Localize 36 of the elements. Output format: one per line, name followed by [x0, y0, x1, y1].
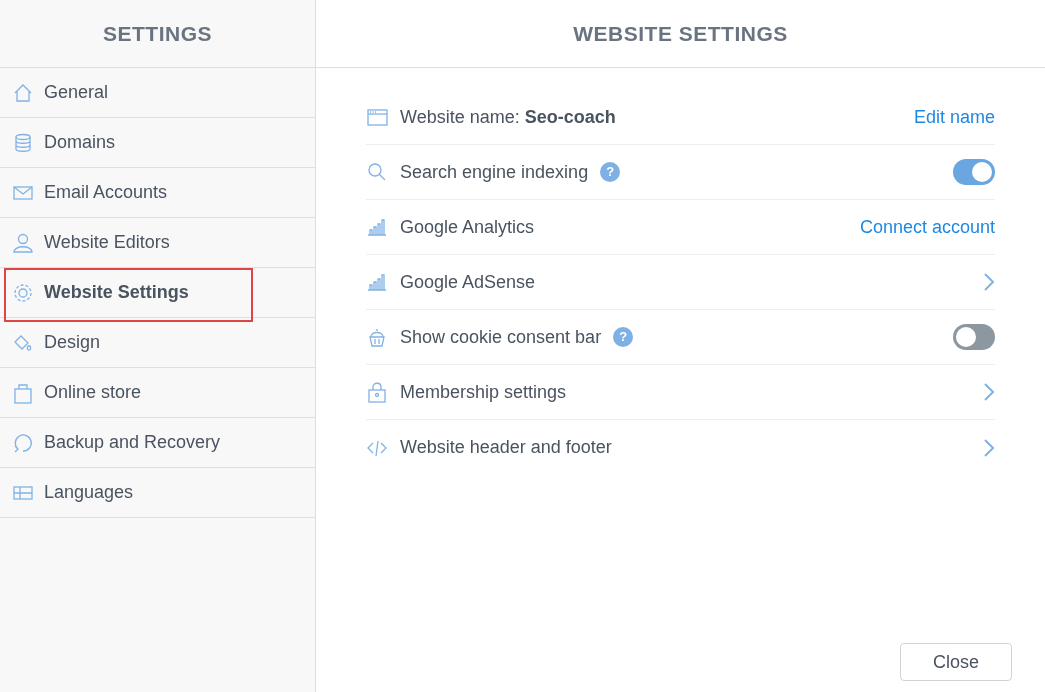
action-link[interactable]: Connect account — [859, 213, 995, 241]
toggle-switch[interactable] — [953, 159, 995, 185]
setting-label: Membership settings — [400, 380, 567, 404]
sidebar-item[interactable]: Backup and Recovery — [0, 418, 315, 468]
setting-label: Google Analytics — [400, 215, 535, 239]
cupcake-icon — [366, 326, 388, 348]
sidebar-item[interactable]: Design — [0, 318, 315, 368]
shopping-bag-icon — [12, 381, 34, 404]
sidebar-item[interactable]: Website Settings — [0, 268, 315, 318]
setting-label: Show cookie consent bar — [400, 325, 602, 349]
sidebar-item[interactable]: Online store — [0, 368, 315, 418]
setting-label: Search engine indexing — [400, 160, 589, 184]
sidebar-item[interactable]: Languages — [0, 468, 315, 518]
chevron-icon[interactable] — [983, 382, 995, 402]
setting-label: Website name: Seo-coach — [400, 105, 616, 129]
panel-title: WEBSITE SETTINGS — [316, 0, 1045, 68]
database-icon — [12, 131, 34, 154]
sidebar-item[interactable]: Email Accounts — [0, 168, 315, 218]
bar-chart-icon — [366, 216, 388, 238]
search-icon — [366, 161, 388, 183]
bar-chart-icon — [366, 271, 388, 293]
sidebar-item[interactable]: General — [0, 68, 315, 118]
refresh-icon — [12, 431, 34, 454]
settings-icon — [12, 281, 34, 304]
toggle-switch[interactable] — [953, 324, 995, 350]
sidebar-item[interactable]: Website Editors — [0, 218, 315, 268]
person-icon — [12, 231, 34, 254]
close-button[interactable]: Close — [900, 643, 1012, 681]
setting-label: Website header and footer — [400, 436, 612, 459]
browser-window-icon — [366, 106, 388, 128]
chevron-icon[interactable] — [983, 272, 995, 292]
chevron-icon[interactable] — [983, 437, 995, 458]
action-link[interactable]: Edit name — [913, 103, 995, 131]
sidebar-item[interactable]: Domains — [0, 118, 315, 168]
setting-label: Google AdSense — [400, 270, 536, 294]
padlock-icon — [366, 381, 388, 403]
